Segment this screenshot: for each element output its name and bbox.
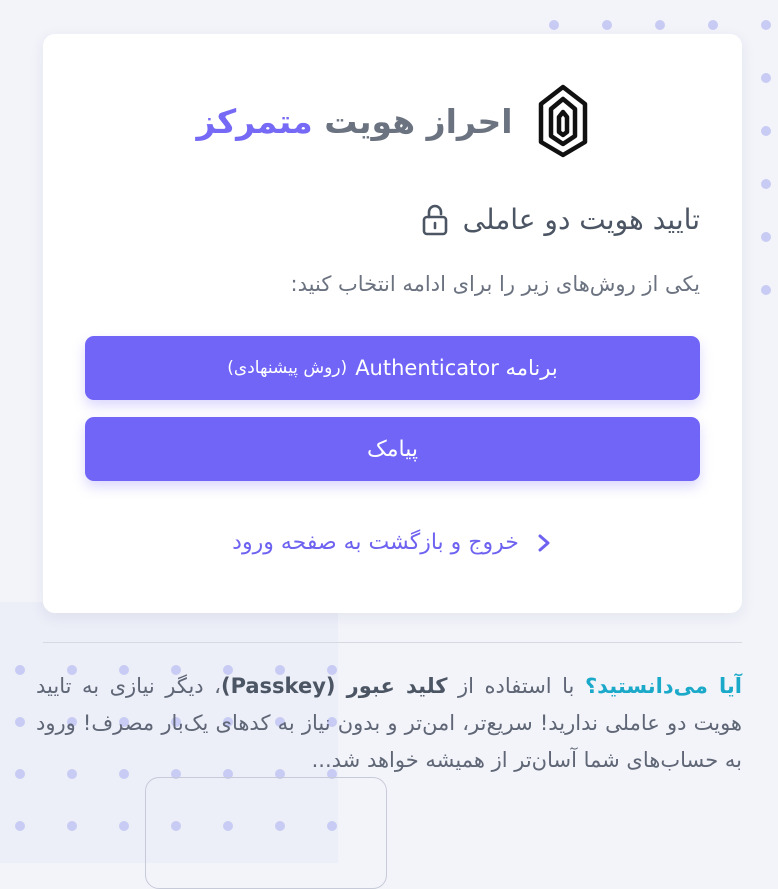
tip-text-1: با استفاده از (447, 674, 585, 698)
sms-button[interactable]: پیامک (85, 417, 700, 481)
lock-icon (422, 204, 447, 236)
sms-label: پیامک (367, 436, 418, 462)
auth-card: احراز هویت متمرکز تایید هویت دو عاملی یک… (43, 34, 742, 613)
decorative-dot (761, 20, 771, 30)
decorative-dot (15, 717, 25, 727)
decorative-dot (761, 285, 771, 295)
brand-title-accent: متمرکز (196, 101, 313, 141)
decorative-dot (761, 73, 771, 83)
instruction-text: یکی از روش‌های زیر را برای ادامه انتخاب … (290, 272, 700, 296)
decorative-dot (15, 821, 25, 831)
recommended-hint: (روش پیشنهادی) (227, 358, 348, 378)
decorative-dot (119, 821, 129, 831)
decorative-dot (602, 20, 612, 30)
decorative-dot (761, 232, 771, 242)
logout-back-link[interactable]: خروج و بازگشت به صفحه ورود (43, 530, 742, 555)
divider (43, 642, 742, 643)
decorative-dot (761, 179, 771, 189)
logout-back-label: خروج و بازگشت به صفحه ورود (232, 530, 519, 555)
section-title: تایید هویت دو عاملی (421, 202, 700, 236)
tip-heading: آیا می‌دانستید؟ (584, 674, 742, 698)
authenticator-app-button[interactable]: برنامه Authenticator (روش پیشنهادی) (85, 336, 700, 400)
brand-title-main: احراز هویت (324, 101, 513, 141)
decorative-dot (15, 665, 25, 675)
decorative-dot (549, 20, 559, 30)
decorative-dot (15, 769, 25, 779)
two-factor-title: تایید هویت دو عاملی (462, 202, 700, 236)
tip-keyword: کلید عبور (Passkey) (220, 674, 448, 698)
brand-title: احراز هویت متمرکز (196, 102, 512, 141)
decorative-dot (655, 20, 665, 30)
decorative-frame (145, 777, 387, 889)
building-logo-icon (538, 84, 587, 158)
passkey-tip: آیا می‌دانستید؟ با استفاده از کلید عبور … (36, 668, 742, 779)
brand-header: احراز هویت متمرکز (43, 84, 742, 158)
decorative-dot (67, 821, 77, 831)
decorative-dot (708, 20, 718, 30)
authenticator-label: برنامه Authenticator (355, 356, 558, 380)
decorative-dot (761, 126, 771, 136)
chevron-right-icon (538, 534, 550, 551)
